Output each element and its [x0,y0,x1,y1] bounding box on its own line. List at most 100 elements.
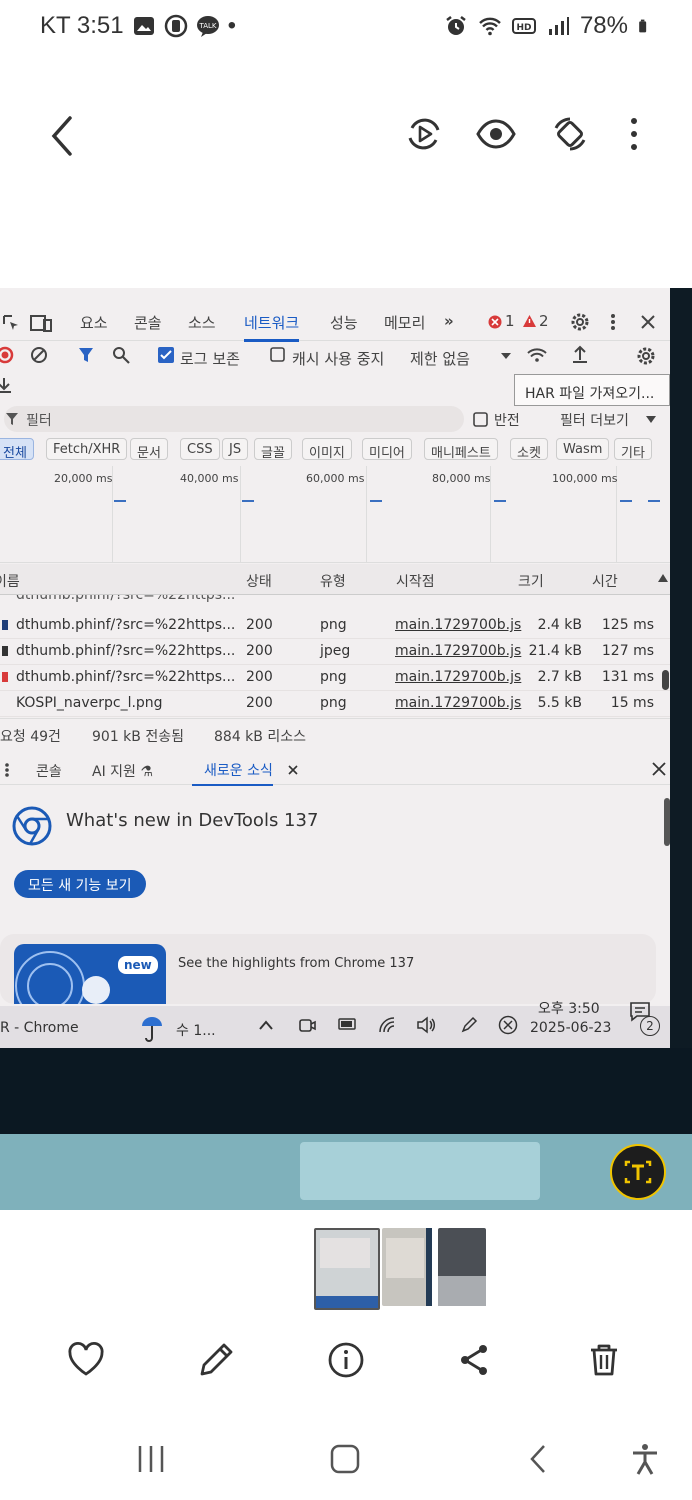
filter-input[interactable]: 필터 [4,406,464,432]
settings-gear-icon[interactable] [570,312,590,332]
col-type[interactable]: 유형 [320,571,346,591]
chip-all[interactable]: 전체 [0,438,34,461]
disable-cache-checkbox[interactable] [270,347,285,362]
inspect-element-icon[interactable] [2,314,20,332]
more-options-icon[interactable] [614,114,654,154]
tray-volume-icon[interactable] [416,1016,436,1034]
tray-pen-icon[interactable] [460,1016,478,1034]
chip-fetch-xhr[interactable]: Fetch/XHR [46,438,128,460]
import-har-icon[interactable] [570,344,590,364]
tab-network[interactable]: 네트워크 [244,312,300,342]
table-row[interactable]: dthumb.phinf/?src=%22https... 200 jpeg main… [0,638,670,665]
export-har-icon[interactable] [0,376,12,394]
photo-content[interactable]: 요소 콘솔 소스 네트워크 성능 메모리 » 1 2 로그 보존 캐시 사용 중… [0,288,692,1210]
devtools-menu-icon[interactable] [608,312,618,332]
battery-level: 78% [579,12,628,39]
close-devtools-icon[interactable] [640,314,656,330]
thumbnail-3[interactable] [438,1228,486,1306]
weather-umbrella-icon[interactable] [140,1014,164,1042]
warning-count[interactable]: 2 [539,312,549,330]
close-whats-new-tab-icon[interactable] [288,765,298,775]
network-conditions-icon[interactable] [526,346,548,364]
network-summary-bar: 요청 49건 901 kB 전송됨 884 kB 리소스 [0,718,670,749]
whats-new-scrollbar[interactable] [664,798,670,846]
col-time[interactable]: 시간 [592,571,618,591]
share-icon[interactable] [454,1340,494,1380]
thumbnail-2[interactable] [382,1228,432,1306]
more-filters-dropdown-icon[interactable] [646,416,656,423]
recent-apps-icon[interactable] [134,1442,168,1476]
tab-performance[interactable]: 성능 [330,312,358,333]
home-icon[interactable] [328,1442,362,1476]
drawer-tab-console[interactable]: 콘솔 [36,761,62,781]
tray-wifi-icon[interactable] [378,1016,396,1034]
table-row[interactable]: KOSPI_naverpc_l.png 200 png main.1729700b.j… [0,690,670,717]
chip-other[interactable]: 기타 [614,438,652,461]
close-drawer-icon[interactable] [652,762,666,776]
drawer-tab-ai-assistance[interactable]: AI 지원 ⚗ [92,761,153,781]
text-extract-button[interactable] [610,1144,666,1200]
network-settings-gear-icon[interactable] [636,346,656,366]
throttle-dropdown-icon[interactable] [500,352,512,360]
col-name[interactable]: 이름 [0,571,20,591]
clear-icon[interactable] [30,346,48,364]
taskbar-weather-text[interactable]: 수 1... [176,1020,216,1040]
col-size[interactable]: 크기 [518,571,544,591]
filter-funnel-icon[interactable] [78,346,94,364]
tab-sources[interactable]: 소스 [188,312,216,333]
device-toolbar-icon[interactable] [30,314,52,332]
laptop-hinge [0,1134,692,1210]
highlights-text: See the highlights from Chrome 137 [178,956,415,971]
drawer-menu-icon[interactable] [4,762,10,778]
tab-elements[interactable]: 요소 [80,312,108,333]
carrier-time: KT 3:51 [40,12,124,39]
thumbnail-current[interactable] [314,1228,380,1310]
chip-wasm[interactable]: Wasm [556,438,610,460]
taskbar-clock-time[interactable]: 오후 3:50 [538,998,600,1018]
rotate-icon[interactable] [550,114,590,154]
eye-icon[interactable] [476,114,516,154]
tab-memory[interactable]: 메모리 [384,312,425,333]
chip-manifest[interactable]: 매니페스트 [424,438,498,461]
back-arrow-icon[interactable] [44,112,80,160]
more-filters-button[interactable]: 필터 더보기 [560,410,629,430]
timeline-gridline [366,466,367,562]
network-timeline-overview[interactable]: 20,000 ms 40,000 ms 60,000 ms 80,000 ms … [0,466,670,563]
table-row[interactable]: dthumb.phinf/?src=%22https... 200 png main.… [0,664,670,691]
error-count[interactable]: 1 [505,312,515,330]
invert-checkbox[interactable] [473,412,488,427]
chip-img[interactable]: 이미지 [302,438,352,461]
col-initiator[interactable]: 시작점 [396,571,435,591]
table-row[interactable]: dthumb.phinf/?src=%22https... 200 png main.… [0,612,670,639]
throttle-select[interactable]: 제한 없음 [410,348,470,369]
favorite-heart-icon[interactable] [66,1340,106,1380]
table-scrollbar[interactable] [662,670,669,690]
nav-back-icon[interactable] [522,1442,556,1476]
chip-css[interactable]: CSS [180,438,220,460]
tab-console[interactable]: 콘솔 [134,312,162,333]
drawer-tab-whats-new[interactable]: 새로운 소식 [192,760,273,786]
taskbar-chrome-app[interactable]: R - Chrome [0,1020,79,1036]
chip-doc[interactable]: 문서 [130,438,168,461]
search-icon[interactable] [112,346,130,364]
tray-battery-icon[interactable] [338,1018,358,1030]
chip-font[interactable]: 글꼴 [254,438,292,461]
details-info-icon[interactable] [326,1340,366,1380]
tray-status-x-icon[interactable] [498,1015,518,1035]
delete-trash-icon[interactable] [584,1340,624,1380]
taskbar-clock-date[interactable]: 2025-06-23 [530,1020,611,1036]
see-all-features-button[interactable]: 모든 새 기능 보기 [14,870,146,898]
edit-pencil-icon[interactable] [196,1340,236,1380]
chip-socket[interactable]: 소켓 [510,438,548,461]
chip-media[interactable]: 미디어 [362,438,412,461]
record-icon[interactable] [0,346,14,364]
tray-chevron-up-icon[interactable] [258,1020,274,1030]
chip-js[interactable]: JS [222,438,249,460]
tray-meet-icon[interactable] [298,1016,316,1034]
remaster-icon[interactable] [404,114,444,154]
accessibility-icon[interactable] [628,1442,662,1476]
highlights-card[interactable]: new See the highlights from Chrome 137 [0,934,656,1004]
col-status[interactable]: 상태 [246,571,272,591]
more-tabs-button[interactable]: » [444,312,454,330]
preserve-log-checkbox[interactable] [158,347,174,363]
